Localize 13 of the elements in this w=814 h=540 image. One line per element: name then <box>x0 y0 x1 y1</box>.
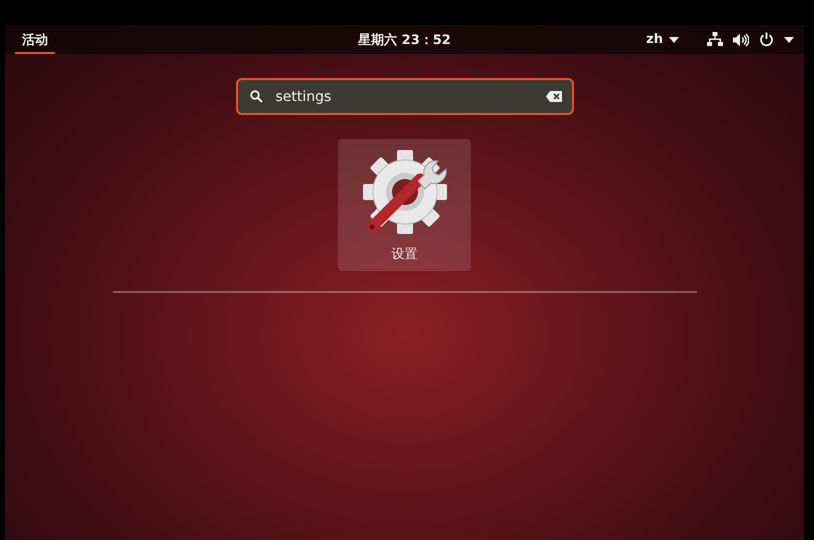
search-icon <box>250 90 262 103</box>
clock[interactable]: 星期六 23：52 <box>358 30 451 48</box>
input-source-menu[interactable]: zh <box>646 32 679 47</box>
activities-button[interactable]: 活动 <box>15 27 55 54</box>
network-icon <box>707 32 723 47</box>
app-tile[interactable]: 设置 <box>338 139 471 271</box>
caret-icon <box>669 36 679 42</box>
caret-icon <box>784 36 794 42</box>
volume-icon <box>733 32 749 46</box>
system-menu[interactable] <box>707 32 794 47</box>
power-icon <box>759 32 774 47</box>
search-field[interactable]: settings <box>236 78 574 115</box>
clear-icon[interactable] <box>546 91 562 102</box>
